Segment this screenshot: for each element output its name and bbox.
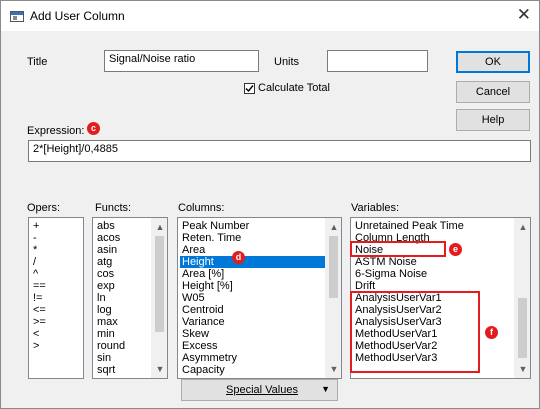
units-label: Units bbox=[274, 56, 300, 68]
expression-input[interactable]: 2*[Height]/0,4885 bbox=[28, 140, 531, 162]
chevron-down-icon: ▼ bbox=[321, 384, 330, 394]
app-window-icon bbox=[10, 11, 24, 22]
variables-label: Variables: bbox=[351, 202, 400, 214]
variables-item[interactable]: Unretained Peak Time bbox=[355, 220, 464, 232]
annotation-f-badge: f bbox=[485, 326, 498, 339]
calculate-total-checkbox[interactable] bbox=[244, 83, 255, 94]
scroll-down-icon[interactable]: ▼ bbox=[152, 362, 167, 376]
annotation-e-badge: e bbox=[449, 243, 462, 256]
functs-item[interactable]: ln bbox=[97, 292, 125, 304]
columns-item[interactable]: Area [%] bbox=[182, 268, 323, 280]
functs-item[interactable]: cos bbox=[97, 268, 125, 280]
functs-item[interactable]: sin bbox=[97, 352, 125, 364]
functs-item[interactable]: acos bbox=[97, 232, 125, 244]
scroll-down-icon[interactable]: ▼ bbox=[326, 362, 341, 376]
opers-item[interactable]: == bbox=[33, 280, 46, 292]
annotation-c-badge: c bbox=[87, 122, 100, 135]
special-values-dropdown[interactable]: Special Values ▼ bbox=[181, 379, 338, 401]
opers-item[interactable]: / bbox=[33, 256, 46, 268]
functs-item[interactable]: atg bbox=[97, 256, 125, 268]
functs-item[interactable]: abs bbox=[97, 220, 125, 232]
scroll-up-icon[interactable]: ▲ bbox=[152, 220, 167, 234]
functs-item[interactable]: round bbox=[97, 340, 125, 352]
opers-list[interactable]: + - * / ^ == != <= >= < > bbox=[28, 217, 84, 379]
columns-item[interactable]: Area bbox=[182, 244, 323, 256]
help-button[interactable]: Help bbox=[456, 109, 530, 131]
variables-item[interactable]: ASTM Noise bbox=[355, 256, 464, 268]
opers-item[interactable]: + bbox=[33, 220, 46, 232]
columns-item[interactable]: Peak Number bbox=[182, 220, 323, 232]
functs-label: Functs: bbox=[95, 202, 132, 214]
units-input[interactable] bbox=[327, 50, 428, 72]
scroll-thumb[interactable] bbox=[329, 236, 338, 298]
functs-item[interactable]: log bbox=[97, 304, 125, 316]
columns-scrollbar[interactable]: ▲ ▼ bbox=[325, 218, 341, 378]
columns-items: Peak Number Reten. Time Area Height Area [%]… bbox=[180, 220, 331, 376]
opers-items: + - * / ^ == != <= >= < > bbox=[33, 220, 46, 352]
close-icon[interactable]: ✕ bbox=[517, 5, 531, 25]
columns-item[interactable]: Reten. Time bbox=[182, 232, 323, 244]
functs-item[interactable]: asin bbox=[97, 244, 125, 256]
opers-item[interactable]: >= bbox=[33, 316, 46, 328]
noise-highlight-box bbox=[350, 241, 446, 257]
title-input[interactable]: Signal/Noise ratio bbox=[104, 50, 259, 72]
columns-item[interactable]: W05 bbox=[182, 292, 323, 304]
functs-item[interactable]: sqrt bbox=[97, 364, 125, 376]
columns-item[interactable]: Centroid bbox=[182, 304, 323, 316]
add-user-column-dialog: Add User Column ✕ Title Signal/Noise rat… bbox=[0, 0, 540, 409]
expression-label: Expression: bbox=[27, 125, 85, 137]
scroll-thumb[interactable] bbox=[518, 298, 527, 358]
variables-scrollbar[interactable]: ▲ ▼ bbox=[514, 218, 530, 378]
checkmark-icon bbox=[245, 85, 254, 93]
scroll-thumb[interactable] bbox=[155, 236, 164, 332]
columns-item[interactable]: Excess bbox=[182, 340, 323, 352]
columns-item[interactable]: Variance bbox=[182, 316, 323, 328]
functs-scrollbar[interactable]: ▲ ▼ bbox=[151, 218, 167, 378]
opers-item[interactable]: != bbox=[33, 292, 46, 304]
columns-item[interactable]: Asymmetry bbox=[182, 352, 323, 364]
calculate-total-label: Calculate Total bbox=[258, 82, 330, 94]
columns-label: Columns: bbox=[178, 202, 225, 214]
scroll-up-icon[interactable]: ▲ bbox=[326, 220, 341, 234]
cancel-button[interactable]: Cancel bbox=[456, 81, 530, 103]
functs-item[interactable]: max bbox=[97, 316, 125, 328]
scroll-down-icon[interactable]: ▼ bbox=[515, 362, 530, 376]
title-label: Title bbox=[27, 56, 48, 68]
functs-item[interactable]: min bbox=[97, 328, 125, 340]
variables-item[interactable]: 6-Sigma Noise bbox=[355, 268, 464, 280]
opers-item[interactable]: ^ bbox=[33, 268, 46, 280]
columns-item[interactable]: Capacity bbox=[182, 364, 323, 376]
opers-item[interactable]: * bbox=[33, 244, 46, 256]
ok-button[interactable]: OK bbox=[456, 51, 530, 73]
window-title: Add User Column bbox=[30, 9, 125, 23]
opers-item[interactable]: < bbox=[33, 328, 46, 340]
scroll-up-icon[interactable]: ▲ bbox=[515, 220, 530, 234]
title-bar: Add User Column ✕ bbox=[1, 1, 539, 31]
functs-items: abs acos asin atg cos exp ln log max min round sin s… bbox=[97, 220, 125, 376]
columns-item[interactable]: Height [%] bbox=[182, 280, 323, 292]
opers-label: Opers: bbox=[27, 202, 61, 214]
functs-list[interactable]: abs acos asin atg cos exp ln log max min round sin s… bbox=[92, 217, 168, 379]
functs-item[interactable]: exp bbox=[97, 280, 125, 292]
opers-item[interactable]: - bbox=[33, 232, 46, 244]
columns-item[interactable]: Skew bbox=[182, 328, 323, 340]
columns-list[interactable]: Peak Number Reten. Time Area Height Area [%]… bbox=[177, 217, 342, 379]
annotation-d-badge: d bbox=[232, 251, 245, 264]
opers-item[interactable]: <= bbox=[33, 304, 46, 316]
columns-item[interactable]: Height bbox=[180, 256, 331, 268]
special-values-label: Special Values bbox=[226, 384, 298, 396]
user-vars-highlight-box bbox=[350, 291, 480, 373]
opers-item[interactable]: > bbox=[33, 340, 46, 352]
